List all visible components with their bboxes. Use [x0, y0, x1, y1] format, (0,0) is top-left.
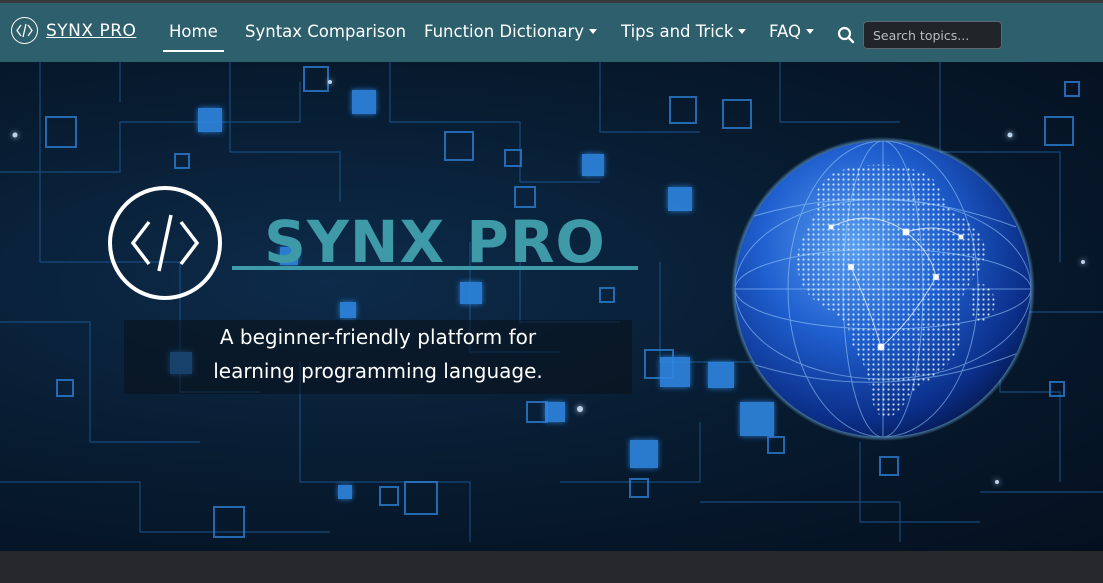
nav-function-dictionary[interactable]: Function Dictionary: [424, 22, 598, 41]
tagline-line-1: A beginner-friendly platform for: [219, 325, 537, 349]
page-bottom-area: [0, 551, 1103, 583]
hero-title-underline: [232, 266, 638, 270]
hero-tagline: A beginner-friendly platform for learnin…: [124, 320, 632, 388]
nav-syntax-comparison[interactable]: Syntax Comparison: [245, 22, 406, 41]
nav-home[interactable]: Home: [163, 22, 224, 52]
hero-banner: SYNX PRO A beginner-friendly platform fo…: [0, 62, 1103, 551]
nav-syntax-comparison-label: Syntax Comparison: [245, 22, 407, 41]
search-icon[interactable]: [837, 26, 855, 48]
code-brackets-icon: [108, 186, 222, 300]
nav-home-label: Home: [169, 22, 218, 41]
nav-faq-label: FAQ: [769, 22, 801, 41]
caret-down-icon: [589, 29, 598, 34]
search-input[interactable]: [863, 21, 1002, 49]
caret-down-icon: [805, 29, 814, 34]
nav-function-dictionary-label: Function Dictionary: [424, 22, 585, 41]
code-brackets-icon: [11, 17, 38, 44]
nav-faq[interactable]: FAQ: [769, 22, 814, 41]
brand-link[interactable]: SYNX PRO: [11, 17, 136, 44]
caret-down-icon: [738, 29, 747, 34]
nav-tips-and-trick[interactable]: Tips and Trick: [621, 22, 747, 41]
nav-tips-and-trick-label: Tips and Trick: [621, 22, 734, 41]
tagline-line-2: learning programming language.: [213, 359, 543, 383]
globe-image: [731, 137, 1035, 441]
navbar: SYNX PRO Home Syntax Comparison Function…: [0, 3, 1103, 62]
brand-name: SYNX PRO: [46, 20, 137, 41]
